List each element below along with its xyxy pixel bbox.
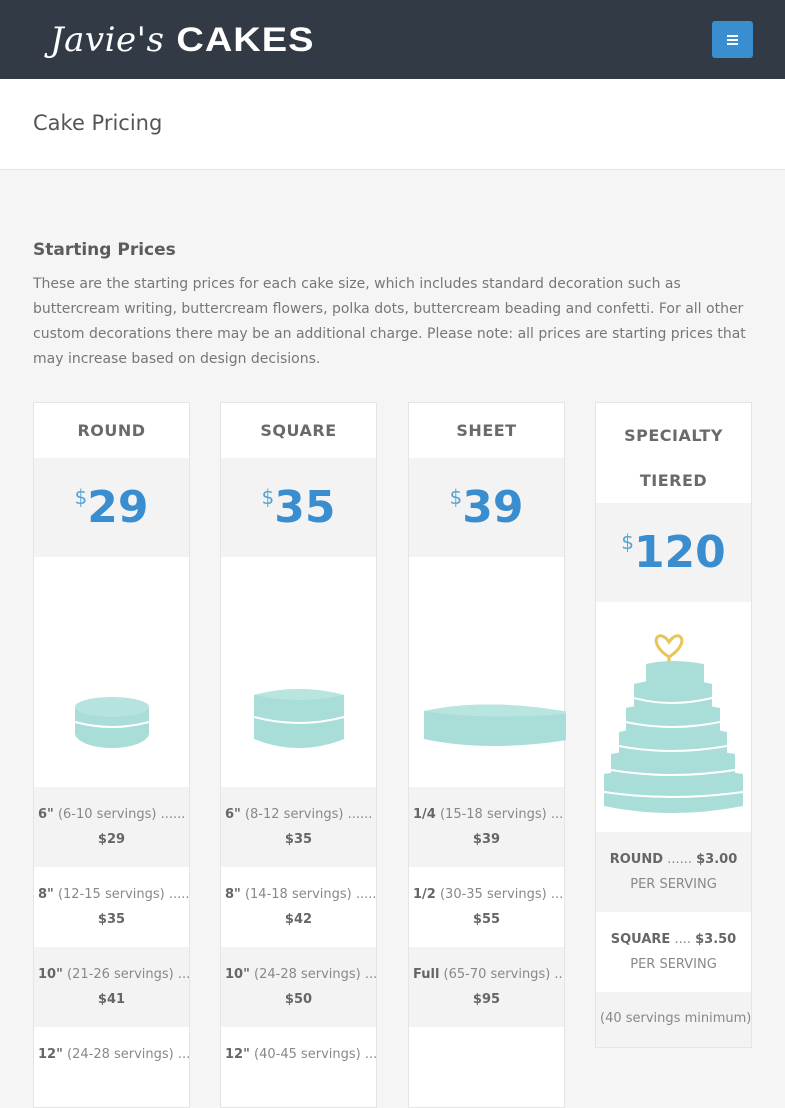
row-price: $35 [97,912,126,927]
price-row: (40 servings minimum) [596,992,751,1047]
column-title-line2: TIERED [639,471,708,490]
price-row: 1/4 (15-18 servings) ...... $39 [409,787,564,867]
price-box: $39 [409,458,564,557]
tiered-cake-image [596,602,751,832]
row-servings: (65-70 servings) ... [443,967,564,982]
row-price: $3.00 [696,852,738,867]
row-size: 1/4 [413,807,436,822]
row-price: $41 [97,992,126,1007]
row-size: 8" [225,887,241,902]
hamburger-icon-bar [727,38,738,41]
price-row: Full (65-70 servings) ... $95 [409,947,564,1027]
row-servings: (40-45 servings) ... [254,1047,376,1062]
currency-symbol: $ [261,485,275,509]
price-row: 6" (6-10 servings) ...... $29 [34,787,189,867]
pricing-column-square: SQUARE $35 6" (8-12 servings) ...... $35… [220,402,377,1108]
row-price: $95 [472,992,501,1007]
sheet-cake-icon [424,704,574,746]
price-row: 12" (40-45 servings) ... [221,1027,376,1107]
row-note: (40 servings minimum) [600,1011,751,1026]
round-cake-image [34,557,189,787]
row-price: $35 [284,832,313,847]
row-size: 12" [38,1047,63,1062]
row-price: $50 [284,992,313,1007]
top-navbar: Javie's CAKES [0,0,785,79]
row-dots: .... [674,932,691,947]
site-logo[interactable]: Javie's CAKES [50,18,314,62]
row-servings: (6-10 servings) ...... [57,807,186,822]
price-row: 6" (8-12 servings) ...... $35 [221,787,376,867]
price-amount: 29 [87,482,149,533]
row-price: $3.50 [695,932,737,947]
round-cake-icon [74,697,150,748]
row-servings: (30-35 servings) ...... [439,887,564,902]
price-amount: 120 [633,527,726,578]
row-size: 1/2 [413,887,436,902]
row-size: Full [413,967,440,982]
price-amount: 39 [462,482,524,533]
row-servings: (21-26 servings) ... [67,967,189,982]
section-heading: Starting Prices [33,240,176,260]
sheet-cake-image [409,557,574,787]
pricing-column-round: ROUND $29 6" (6-10 servings) ...... $29 … [33,402,190,1108]
row-size: 8" [38,887,54,902]
row-servings: (15-18 servings) ...... [439,807,564,822]
row-dots: ...... [667,852,692,867]
row-servings: (8-12 servings) ...... [244,807,373,822]
row-price: $39 [472,832,501,847]
intro-paragraph: These are the starting prices for each c… [33,276,746,367]
row-label: SQUARE [610,932,671,947]
logo-caps-text: CAKES [176,20,315,59]
page-header: Cake Pricing [0,79,785,170]
currency-symbol: $ [74,485,88,509]
price-row: 12" (24-28 servings) ... [34,1027,189,1107]
row-price: $29 [97,832,126,847]
price-row: 8" (12-15 servings) ...... $35 [34,867,189,947]
main-content: Starting Prices These are the starting p… [33,170,753,1108]
column-title: ROUND [77,421,146,440]
logo-script-text: Javie's [50,20,165,60]
column-title: SPECIALTY TIERED [596,403,751,503]
currency-symbol: $ [449,485,463,509]
row-size: 12" [225,1047,250,1062]
row-unit: PER SERVING [630,877,717,892]
row-label: ROUND [609,852,664,867]
pricing-column-sheet: SHEET $39 1/4 (15-18 servings) ...... $3… [408,402,574,1108]
tiered-cake-icon [603,634,744,813]
square-cake-image [221,557,376,787]
price-box: $29 [34,458,189,557]
pricing-column-specialty-tiered: SPECIALTY TIERED $120 ROUND ...... $3.00… [595,402,752,1048]
price-box: $120 [596,503,751,602]
currency-symbol: $ [621,530,634,554]
row-size: 6" [38,807,54,822]
row-price: $55 [472,912,501,927]
price-row: 1/2 (30-35 servings) ...... $55 [409,867,564,947]
price-row [409,1027,564,1107]
row-servings: (14-18 servings) ...... [244,887,376,902]
price-row: SQUARE .... $3.50 PER SERVING [596,912,751,992]
hamburger-icon-bar [727,42,738,45]
price-amount: 35 [274,482,336,533]
column-title: SQUARE [260,421,337,440]
price-box: $35 [221,458,376,557]
column-title-line1: SPECIALTY [624,426,723,445]
row-unit: PER SERVING [630,957,717,972]
price-row: 10" (21-26 servings) ... $41 [34,947,189,1027]
row-price: $42 [284,912,313,927]
pricing-columns: ROUND $29 6" (6-10 servings) ...... $29 … [33,402,753,1108]
price-row: 10" (24-28 servings) ... $50 [221,947,376,1027]
column-title: SHEET [456,421,517,440]
price-row: ROUND ...... $3.00 PER SERVING [596,832,751,912]
row-servings: (24-28 servings) ... [254,967,376,982]
hamburger-icon [727,34,738,37]
row-size: 10" [225,967,250,982]
row-size: 6" [225,807,241,822]
row-size: 10" [38,967,63,982]
price-row: 8" (14-18 servings) ...... $42 [221,867,376,947]
row-servings: (12-15 servings) ...... [57,887,189,902]
row-servings: (24-28 servings) ... [67,1047,189,1062]
page-title: Cake Pricing [33,111,163,135]
square-cake-icon [253,689,345,748]
menu-toggle-button[interactable] [712,21,753,58]
